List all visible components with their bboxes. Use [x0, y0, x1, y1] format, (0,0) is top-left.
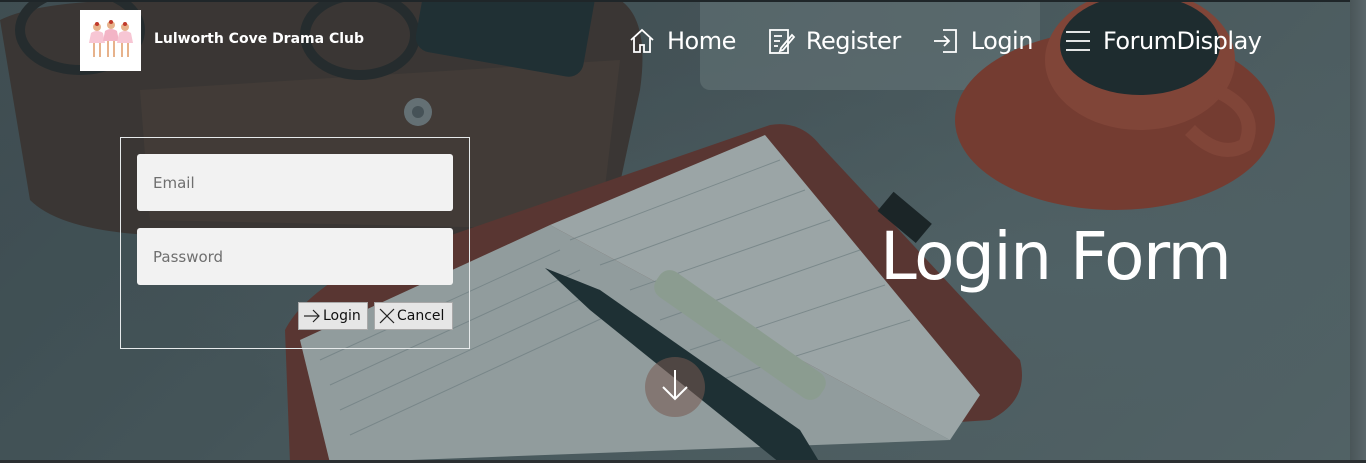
- nav-item-label: Login: [970, 27, 1034, 55]
- scrollbar-track[interactable]: [1350, 0, 1366, 463]
- nav-item-label: Home: [667, 27, 736, 55]
- nav-item-login[interactable]: Login: [931, 26, 1033, 56]
- nav-item-home[interactable]: Home: [627, 26, 736, 56]
- page: Lulworth Cove Drama Club Home Register L…: [0, 0, 1366, 463]
- site-logo[interactable]: [80, 10, 141, 71]
- arrow-right-icon: [303, 309, 321, 323]
- email-field[interactable]: [137, 154, 453, 211]
- top-border: [0, 0, 1366, 2]
- nav-item-register[interactable]: Register: [766, 26, 901, 56]
- nav-item-label: ForumDisplay: [1102, 27, 1262, 55]
- scroll-down-button[interactable]: [645, 357, 705, 417]
- cancel-button-label: Cancel: [397, 308, 445, 324]
- login-icon: [931, 26, 961, 56]
- nav-item-forumdisplay[interactable]: ForumDisplay: [1063, 26, 1262, 56]
- password-field[interactable]: [137, 228, 453, 285]
- main-nav: Home Register Login ForumDisplay: [627, 26, 1262, 56]
- page-title: Login Form: [880, 218, 1232, 295]
- home-icon: [627, 26, 657, 56]
- arrow-down-icon: [657, 367, 693, 407]
- close-icon: [379, 308, 395, 324]
- ballerinas-logo-icon: [88, 19, 133, 57]
- cancel-button[interactable]: Cancel: [374, 302, 453, 330]
- login-button-label: Login: [323, 308, 361, 324]
- login-form: Login Cancel: [120, 137, 470, 349]
- menu-icon: [1063, 26, 1093, 56]
- edit-icon: [766, 26, 796, 56]
- brand-name[interactable]: Lulworth Cove Drama Club: [154, 31, 364, 47]
- login-button[interactable]: Login: [298, 302, 368, 330]
- nav-item-label: Register: [805, 27, 901, 55]
